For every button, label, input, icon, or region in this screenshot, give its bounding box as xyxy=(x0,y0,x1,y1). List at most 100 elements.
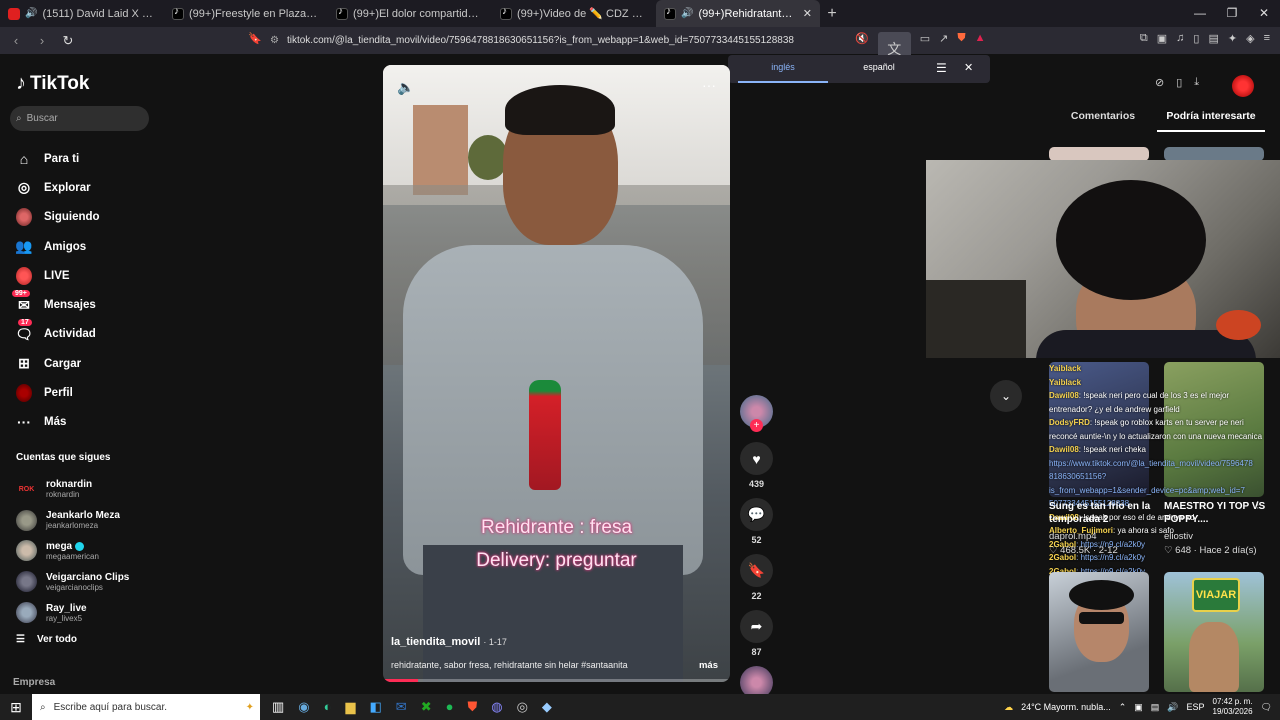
copilot-sparkle-icon[interactable]: ✦ xyxy=(246,702,254,713)
bookmark-icon[interactable]: 🔖 xyxy=(248,32,262,45)
notifications-icon[interactable]: 🗨 xyxy=(1261,702,1272,713)
browser-tab[interactable]: 🔊 (1511) David Laid X Nevada - Vid xyxy=(0,0,164,27)
bookmark-icon[interactable]: 🔖 xyxy=(740,554,773,587)
browser-tab[interactable]: (99+)Video de ✏️ CDZ ✏️ (@cdz875) xyxy=(492,0,656,27)
see-all-button[interactable]: ☰ Ver todo xyxy=(16,634,77,645)
tab-podria-interesarte[interactable]: Podría interesarte xyxy=(1157,110,1265,132)
spotify-icon[interactable]: ● xyxy=(446,699,454,715)
following-item[interactable]: Jeankarlo Meza jeankarlomeza xyxy=(16,505,129,536)
app-icon[interactable]: ◆ xyxy=(542,699,552,715)
wallet-icon[interactable]: ▤ xyxy=(1208,32,1218,45)
footer-empresa[interactable]: Empresa xyxy=(13,677,55,688)
follow-plus-icon[interactable]: + xyxy=(750,419,763,432)
extensions-icon[interactable]: ⧉ xyxy=(1140,32,1148,45)
site-settings-icon[interactable]: ⚙ xyxy=(270,35,279,46)
tray-app-icon[interactable]: ▣ xyxy=(1134,702,1143,713)
following-item[interactable]: mega megaamerican xyxy=(16,536,129,567)
folder-icon[interactable]: ▆ xyxy=(346,699,356,715)
video-thumbnail[interactable] xyxy=(1049,147,1149,161)
new-tab-button[interactable]: + xyxy=(820,5,844,23)
obs-icon[interactable]: ◎ xyxy=(517,699,528,715)
media-icon[interactable]: ♫ xyxy=(1176,32,1184,45)
copilot-icon[interactable]: ◉ xyxy=(298,699,309,715)
nav-explorar[interactable]: ◎ Explorar xyxy=(16,173,100,202)
creator-avatar[interactable]: + xyxy=(740,395,773,432)
nav-actividad[interactable]: 🗨 17 Actividad xyxy=(15,319,100,349)
translate-source-language[interactable]: inglés xyxy=(738,55,828,83)
chat-username: Yaiblack xyxy=(1049,364,1082,373)
volume-icon[interactable]: 🔊 xyxy=(1167,702,1178,713)
nav-mensajes[interactable]: ✉ 99+ Mensajes xyxy=(12,290,100,319)
nav-perfil[interactable]: Perfil xyxy=(16,378,100,407)
mail-icon[interactable]: ✉ xyxy=(396,699,407,715)
task-view-icon[interactable]: ▥ xyxy=(272,699,284,715)
card-author[interactable]: eliostiv xyxy=(1164,531,1193,542)
following-item[interactable]: Ray_live ray_livex5 xyxy=(16,597,129,628)
excel-icon[interactable]: ✖ xyxy=(421,699,432,715)
back-icon[interactable]: ‹ xyxy=(6,33,26,48)
translate-options-icon[interactable]: ☰ xyxy=(936,61,947,75)
close-window-icon[interactable]: ✕ xyxy=(1248,0,1280,27)
clock[interactable]: 07:42 p. m. 19/03/2026 xyxy=(1213,697,1253,717)
nav-para-ti[interactable]: ⌂ Para ti xyxy=(16,144,100,173)
translate-close-icon[interactable]: ✕ xyxy=(964,61,973,74)
speaker-icon[interactable]: 🔊 xyxy=(25,8,37,19)
following-item[interactable]: ROK roknardin roknardin xyxy=(16,474,129,505)
video-author[interactable]: la_tiendita_movil · 1-17 xyxy=(391,636,507,648)
leo-icon[interactable]: ✦ xyxy=(1228,32,1237,45)
like-icon[interactable]: ♥ xyxy=(740,442,773,475)
network-icon[interactable]: ▤ xyxy=(1151,702,1160,713)
next-video-button[interactable]: ⌄ xyxy=(990,380,1022,412)
taskbar-search-input[interactable]: ⌕ Escribe aquí para buscar. ✦ xyxy=(32,694,260,720)
tab-comentarios[interactable]: Comentarios xyxy=(1049,110,1157,132)
tiktok-logo[interactable]: ♪ TikTok xyxy=(16,72,89,95)
language-indicator[interactable]: ESP xyxy=(1187,702,1205,712)
video-more-button[interactable]: más xyxy=(699,660,718,671)
forward-icon[interactable]: › xyxy=(32,33,52,48)
video-player[interactable]: Rehidrante : fresa Delivery: preguntar 🔈… xyxy=(383,65,730,682)
sidebar-icon[interactable]: ▯ xyxy=(1193,32,1199,45)
device-icon[interactable]: ▯ xyxy=(1176,76,1182,89)
brave-icon[interactable]: ⛊ xyxy=(467,699,477,715)
following-item[interactable]: Veigarciano Clips veigarcianoclips xyxy=(16,566,129,597)
windows-start-icon[interactable]: ⊞ xyxy=(0,699,32,716)
nav-cargar[interactable]: ⊞ Cargar xyxy=(16,349,100,378)
translate-target-language[interactable]: español xyxy=(834,55,924,79)
card-more-icon[interactable]: ⋮ xyxy=(1253,500,1263,511)
nav-live[interactable]: LIVE xyxy=(16,261,100,290)
volume-icon[interactable]: 🔈 xyxy=(397,79,414,96)
edge-icon[interactable]: ◐ xyxy=(324,699,332,715)
discord-icon[interactable]: ◍ xyxy=(491,699,502,715)
speaker-icon[interactable]: 🔊 xyxy=(681,8,693,19)
restore-icon[interactable]: ❐ xyxy=(1216,0,1248,27)
activity-icon: 🗨 17 xyxy=(15,319,33,342)
card-author[interactable]: daprol.mp4 xyxy=(1049,531,1097,542)
coin-icon[interactable]: ⊘ xyxy=(1155,76,1164,89)
video-thumbnail[interactable]: VIAJAR xyxy=(1164,572,1264,692)
share-icon[interactable]: ➦ xyxy=(740,610,773,643)
browser-tab[interactable]: (99+)El dolor compartido: la entrevist xyxy=(328,0,492,27)
close-tab-icon[interactable]: ✕ xyxy=(803,7,812,20)
nav-amigos[interactable]: 👥 Amigos xyxy=(15,232,100,261)
search-input[interactable]: ⌕ Buscar xyxy=(10,106,149,131)
tray-chevron-icon[interactable]: ⌃ xyxy=(1119,702,1127,713)
comment-icon[interactable]: 💬 xyxy=(740,498,773,531)
download-icon[interactable]: ⤓ xyxy=(1194,76,1199,89)
menu-icon[interactable]: ≡ xyxy=(1264,32,1270,45)
video-thumbnail[interactable] xyxy=(1164,147,1264,161)
video-progress-bar[interactable] xyxy=(383,679,730,682)
vpn-icon[interactable]: ◈ xyxy=(1246,32,1254,45)
nav-siguiendo[interactable]: Siguiendo xyxy=(16,203,100,232)
screenshot-icon[interactable]: ▣ xyxy=(1157,32,1167,45)
minimize-icon[interactable]: — xyxy=(1184,0,1216,27)
card-title[interactable]: Sung es tan frío en la temporada 2 xyxy=(1049,500,1159,526)
store-icon[interactable]: ◧ xyxy=(370,699,382,715)
user-avatar[interactable] xyxy=(1232,75,1254,97)
video-more-icon[interactable]: ··· xyxy=(702,77,716,93)
video-thumbnail[interactable] xyxy=(1049,572,1149,692)
nav-mas[interactable]: ··· Más xyxy=(16,408,100,437)
browser-tab[interactable]: (99+)Freestyle en Plaza de Reyes: Mu xyxy=(164,0,328,27)
browser-tab-active[interactable]: 🔊 (99+)Rehidratante Sabor Fres ✕ xyxy=(656,0,820,27)
weather-text[interactable]: 24°C Mayorm. nubla... xyxy=(1021,702,1111,712)
reload-icon[interactable]: ↻ xyxy=(58,33,78,49)
